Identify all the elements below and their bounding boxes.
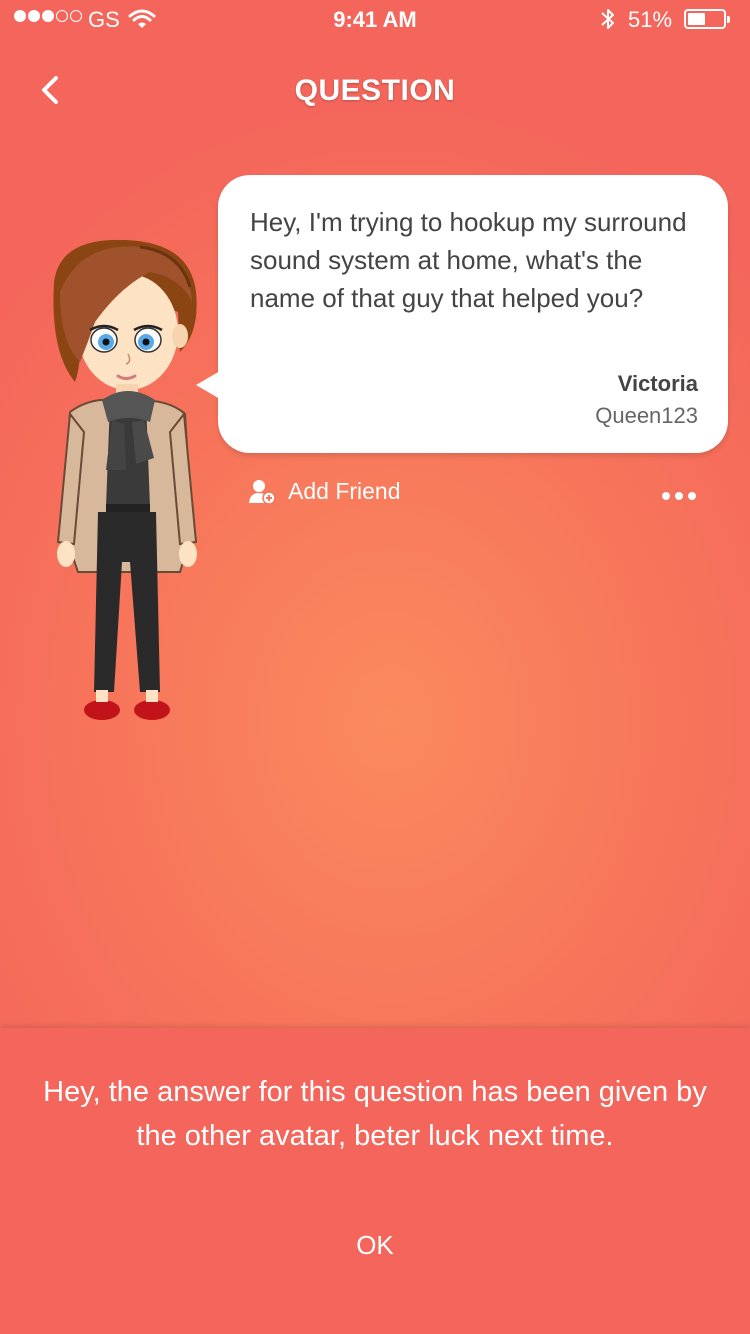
battery-percent: 51%: [628, 7, 673, 32]
page-title: QUESTION: [294, 74, 456, 107]
battery-fill: [688, 13, 705, 25]
author-handle: Queen123: [595, 403, 698, 428]
ok-button[interactable]: OK: [315, 1226, 435, 1264]
add-user-icon: [249, 479, 276, 505]
more-dots-icon[interactable]: [662, 486, 706, 506]
author-name: Victoria: [617, 371, 698, 396]
avatar[interactable]: [40, 232, 210, 742]
notice-message: Hey, the answer for this question has be…: [43, 1076, 707, 1152]
bluetooth-icon: [600, 6, 616, 38]
status-bar: GS 9:41 AM 51%: [0, 0, 750, 40]
question-bubble: Hey, I'm trying to hookup my surround so…: [196, 175, 728, 453]
add-friend-label: Add Friend: [288, 478, 401, 504]
add-friend-button[interactable]: Add Friend: [248, 478, 401, 505]
notice-panel: Hey, the answer for this question has be…: [0, 1028, 750, 1334]
question-text: Hey, I'm trying to hookup my surround so…: [250, 207, 687, 313]
battery-icon: [684, 9, 730, 29]
